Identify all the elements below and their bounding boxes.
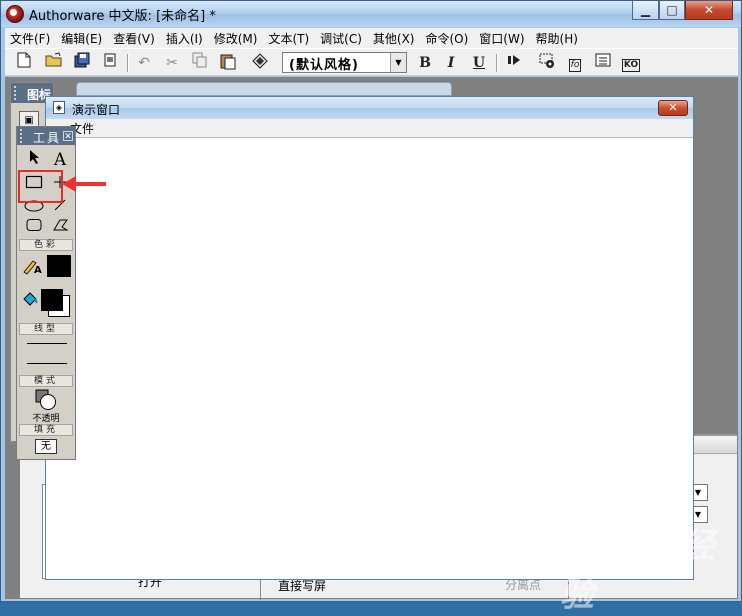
menu-other[interactable]: 其他(X) xyxy=(368,28,421,48)
control-panel-icon[interactable] xyxy=(536,52,558,74)
presentation-canvas[interactable] xyxy=(48,139,691,579)
pen-color-swatch[interactable] xyxy=(47,255,71,277)
menu-edit[interactable]: 编辑(E) xyxy=(56,28,108,48)
text-tool-icon[interactable]: A xyxy=(49,149,71,171)
tools-title: 工具 xyxy=(33,131,62,145)
presentation-window-icon: ◈ xyxy=(53,101,65,114)
undo-icon[interactable]: ↶ xyxy=(133,52,155,74)
menu-view[interactable]: 查看(V) xyxy=(108,28,161,48)
functions-button[interactable]: fo xyxy=(564,52,586,74)
paste-icon[interactable] xyxy=(217,52,239,74)
fill-section-label: 填充 xyxy=(19,424,73,436)
annotation-arrow-shaft xyxy=(74,182,106,186)
svg-text:A: A xyxy=(34,265,42,275)
restart-icon[interactable] xyxy=(504,52,526,74)
app-logo-icon[interactable] xyxy=(6,5,24,23)
presentation-menu-bar: 文件 xyxy=(46,119,693,138)
functions-label: fo xyxy=(568,59,582,72)
toolbar-separator xyxy=(496,54,498,72)
tools-close-button[interactable]: ✕ xyxy=(63,131,73,142)
mode-value: 不透明 xyxy=(32,414,60,424)
menu-bar: 文件(F) 编辑(E) 查看(V) 插入(I) 修改(M) 文本(T) 调试(C) 其他(X)… xyxy=(5,28,738,48)
line-style-section-label: 线型 xyxy=(19,323,73,335)
menu-file[interactable]: 文件(F) xyxy=(5,28,56,48)
open-folder-icon[interactable] xyxy=(43,52,65,74)
opaque-mode-icon[interactable] xyxy=(35,389,56,410)
menu-modify[interactable]: 修改(M) xyxy=(209,28,264,48)
menu-debug[interactable]: 调试(C) xyxy=(315,28,368,48)
rounded-rectangle-tool-icon[interactable] xyxy=(23,217,45,239)
maximize-button[interactable]: □ xyxy=(659,1,685,20)
menu-text[interactable]: 文本(T) xyxy=(263,28,315,48)
presentation-window: ◈ 演示窗口 ✕ 文件 xyxy=(45,96,694,580)
text-style-value: (默认风格) xyxy=(289,58,359,73)
highlight-box xyxy=(18,170,63,203)
color-section-label: 色彩 xyxy=(19,239,73,251)
tools-palette-header[interactable]: 工具 ✕ xyxy=(17,127,75,145)
presentation-close-button[interactable]: ✕ xyxy=(658,100,688,116)
new-file-icon[interactable] xyxy=(13,52,35,74)
italic-button[interactable]: I xyxy=(440,52,462,74)
close-button[interactable]: ✕ xyxy=(685,1,733,20)
pointer-tool-icon[interactable] xyxy=(23,149,45,171)
cut-icon[interactable]: ✂ xyxy=(161,52,183,74)
watermark-url: jingyan.baidu.com xyxy=(575,566,677,579)
save-all-icon[interactable] xyxy=(71,52,93,74)
arrow-style-sample[interactable] xyxy=(27,363,67,364)
menu-command[interactable]: 命令(O) xyxy=(420,28,474,48)
menu-window[interactable]: 窗口(W) xyxy=(474,28,530,48)
drag-grip-icon[interactable] xyxy=(20,129,25,143)
copy-icon[interactable] xyxy=(189,52,211,74)
mode-section-label: 模式 xyxy=(19,375,73,387)
knowledge-objects-label: KO xyxy=(621,59,641,72)
fill-pattern-button[interactable]: 无 xyxy=(35,439,57,454)
line-style-sample[interactable] xyxy=(27,343,67,344)
menu-insert[interactable]: 插入(I) xyxy=(161,28,209,48)
find-icon[interactable] xyxy=(249,52,271,74)
knowledge-objects-button[interactable]: KO xyxy=(620,52,642,74)
pen-color-icon[interactable]: A xyxy=(21,257,43,279)
fill-bucket-icon[interactable] xyxy=(19,289,41,311)
text-style-select[interactable]: (默认风格) ▼ xyxy=(282,52,407,73)
drag-grip-icon[interactable] xyxy=(14,86,19,100)
presentation-title-bar[interactable]: ◈ 演示窗口 ✕ xyxy=(46,97,693,119)
window-title: Authorware 中文版: [未命名] * xyxy=(29,9,216,24)
title-bar[interactable]: Authorware 中文版: [未命名] * ▁ □ ✕ xyxy=(1,1,741,27)
minimize-button[interactable]: ▁ xyxy=(632,1,659,20)
annotation-arrow-icon xyxy=(62,176,76,192)
bold-button[interactable]: B xyxy=(414,52,436,74)
toolbar: ↶ ✂ (默认风格) ▼ B I U fo KO xyxy=(5,48,738,76)
chevron-down-icon[interactable]: ▼ xyxy=(390,53,406,72)
variables-icon[interactable] xyxy=(592,52,614,74)
polygon-tool-icon[interactable] xyxy=(49,217,71,239)
menu-help[interactable]: 帮助(H) xyxy=(531,28,584,48)
import-icon[interactable] xyxy=(99,52,121,74)
design-window-tab[interactable] xyxy=(76,82,452,96)
toolbar-separator xyxy=(127,54,129,72)
underline-button[interactable]: U xyxy=(468,52,490,74)
presentation-title: 演示窗口 xyxy=(72,103,121,117)
foreground-color-swatch[interactable] xyxy=(41,289,63,311)
